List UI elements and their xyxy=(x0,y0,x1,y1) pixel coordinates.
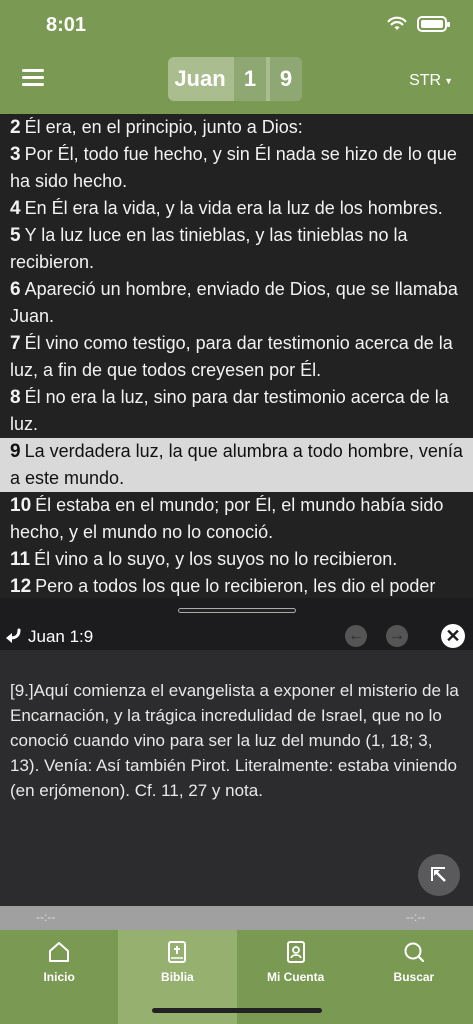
verse-text: Él era, en el principio, junto a Dios: xyxy=(24,117,303,137)
book-selector[interactable]: Juan xyxy=(168,57,232,101)
version-selector[interactable]: STR ▼ xyxy=(409,72,453,90)
note-text: [9.]Aquí comienza el evangelista a expon… xyxy=(10,681,459,800)
verse-number: 4 xyxy=(10,198,21,219)
verse-item-selected[interactable]: 9 La verdadera luz, la que alumbra a todo… xyxy=(0,438,473,492)
verse-item[interactable]: 6 Apareció un hombre, enviado de Dios, qu… xyxy=(10,276,465,330)
verse-number: 10 xyxy=(10,495,32,516)
return-arrow-icon[interactable] xyxy=(5,627,23,645)
battery-icon xyxy=(417,16,450,32)
audio-progress-bar[interactable]: --:-- --:-- xyxy=(0,906,473,930)
verse-text: En Él era la vida, y la vida era la luz … xyxy=(24,198,443,218)
status-time: 8:01 xyxy=(46,14,87,36)
reference-selector: Juan 1 9 xyxy=(168,57,302,101)
verse-list[interactable]: 2 Él era, en el principio, junto a Dios: … xyxy=(0,114,473,598)
note-header: Juan 1:9 ← → ✕ xyxy=(0,622,473,650)
verse-number: 9 xyxy=(10,441,21,462)
home-indicator xyxy=(152,1008,322,1013)
tab-label: Biblia xyxy=(161,970,194,984)
verse-item[interactable]: 8 Él no era la luz, sino para dar testimo… xyxy=(10,384,465,438)
wifi-icon xyxy=(387,16,407,30)
close-icon[interactable]: ✕ xyxy=(441,624,465,648)
chapter-selector[interactable]: 1 xyxy=(234,57,266,101)
verse-item[interactable]: 10 Él estaba en el mundo; por Él, el mund… xyxy=(10,492,465,546)
tab-label: Mi Cuenta xyxy=(266,970,325,984)
account-icon xyxy=(286,941,305,963)
tab-label: Buscar xyxy=(393,970,435,984)
verse-number: 7 xyxy=(10,333,21,354)
expand-arrow-icon xyxy=(431,867,446,882)
verse-item[interactable]: 5Y la luz luce en las tinieblas, y las t… xyxy=(10,222,465,276)
next-arrow-icon[interactable]: → xyxy=(386,625,408,647)
note-reference: Juan 1:9 xyxy=(28,627,94,646)
verse-text: Por Él, todo fue hecho, y sin Él nada se… xyxy=(10,144,457,191)
verse-number: 11 xyxy=(10,549,31,570)
verse-item[interactable]: 3 Por Él, todo fue hecho, y sin Él nada s… xyxy=(10,141,465,195)
caret-down-icon: ▼ xyxy=(444,75,453,86)
menu-icon[interactable] xyxy=(22,69,44,87)
audio-elapsed: --:-- xyxy=(36,910,56,924)
audio-total: --:-- xyxy=(406,910,426,924)
tab-inicio[interactable]: Inicio xyxy=(0,930,118,1024)
verse-text: Él estaba en el mundo; por Él, el mundo … xyxy=(10,495,444,542)
panel-divider xyxy=(0,598,473,622)
verse-item[interactable]: 12 Pero a todos los que lo recibieron, le… xyxy=(10,573,465,598)
verse-item[interactable]: 7 Él vino como testigo, para dar testimon… xyxy=(10,330,465,384)
version-label: STR xyxy=(409,72,442,89)
verse-number: 8 xyxy=(10,387,21,408)
search-icon xyxy=(404,942,424,963)
verse-text: Él no era la luz, sino para dar testimon… xyxy=(10,387,449,434)
verse-item[interactable]: 2 Él era, en el principio, junto a Dios: xyxy=(10,114,465,141)
status-icons xyxy=(387,16,450,32)
verse-text: Él vino a lo suyo, y los suyos no lo rec… xyxy=(34,549,398,569)
verse-number: 6 xyxy=(10,279,21,300)
tab-label: Inicio xyxy=(43,970,75,984)
top-header: 8:01 Juan 1 9 STR ▼ xyxy=(0,0,473,114)
drag-handle[interactable] xyxy=(178,608,296,613)
home-icon xyxy=(49,942,70,962)
verse-number: 12 xyxy=(10,576,32,597)
note-panel: [9.]Aquí comienza el evangelista a expon… xyxy=(0,650,473,906)
expand-button[interactable] xyxy=(418,854,460,896)
verse-text: Pero a todos los que lo recibieron, les … xyxy=(35,576,436,596)
verse-item[interactable]: 11 Él vino a lo suyo, y los suyos no lo r… xyxy=(10,546,465,573)
verse-item[interactable]: 4 En Él era la vida, y la vida era la luz… xyxy=(10,195,465,222)
bible-icon xyxy=(168,941,187,963)
verse-text: Él vino como testigo, para dar testimoni… xyxy=(10,333,453,380)
verse-selector[interactable]: 9 xyxy=(270,57,302,101)
verse-text: Y la luz luce en las tinieblas, y las ti… xyxy=(10,225,408,272)
verse-number: 3 xyxy=(10,144,21,165)
verse-text: Apareció un hombre, enviado de Dios, que… xyxy=(10,279,458,326)
verse-text: La verdadera luz, la que alumbra a todo … xyxy=(10,441,463,488)
verse-number: 2 xyxy=(10,117,21,138)
previous-arrow-icon[interactable]: ← xyxy=(345,625,367,647)
verse-number: 5 xyxy=(10,225,21,246)
tab-buscar[interactable]: Buscar xyxy=(355,930,473,1024)
